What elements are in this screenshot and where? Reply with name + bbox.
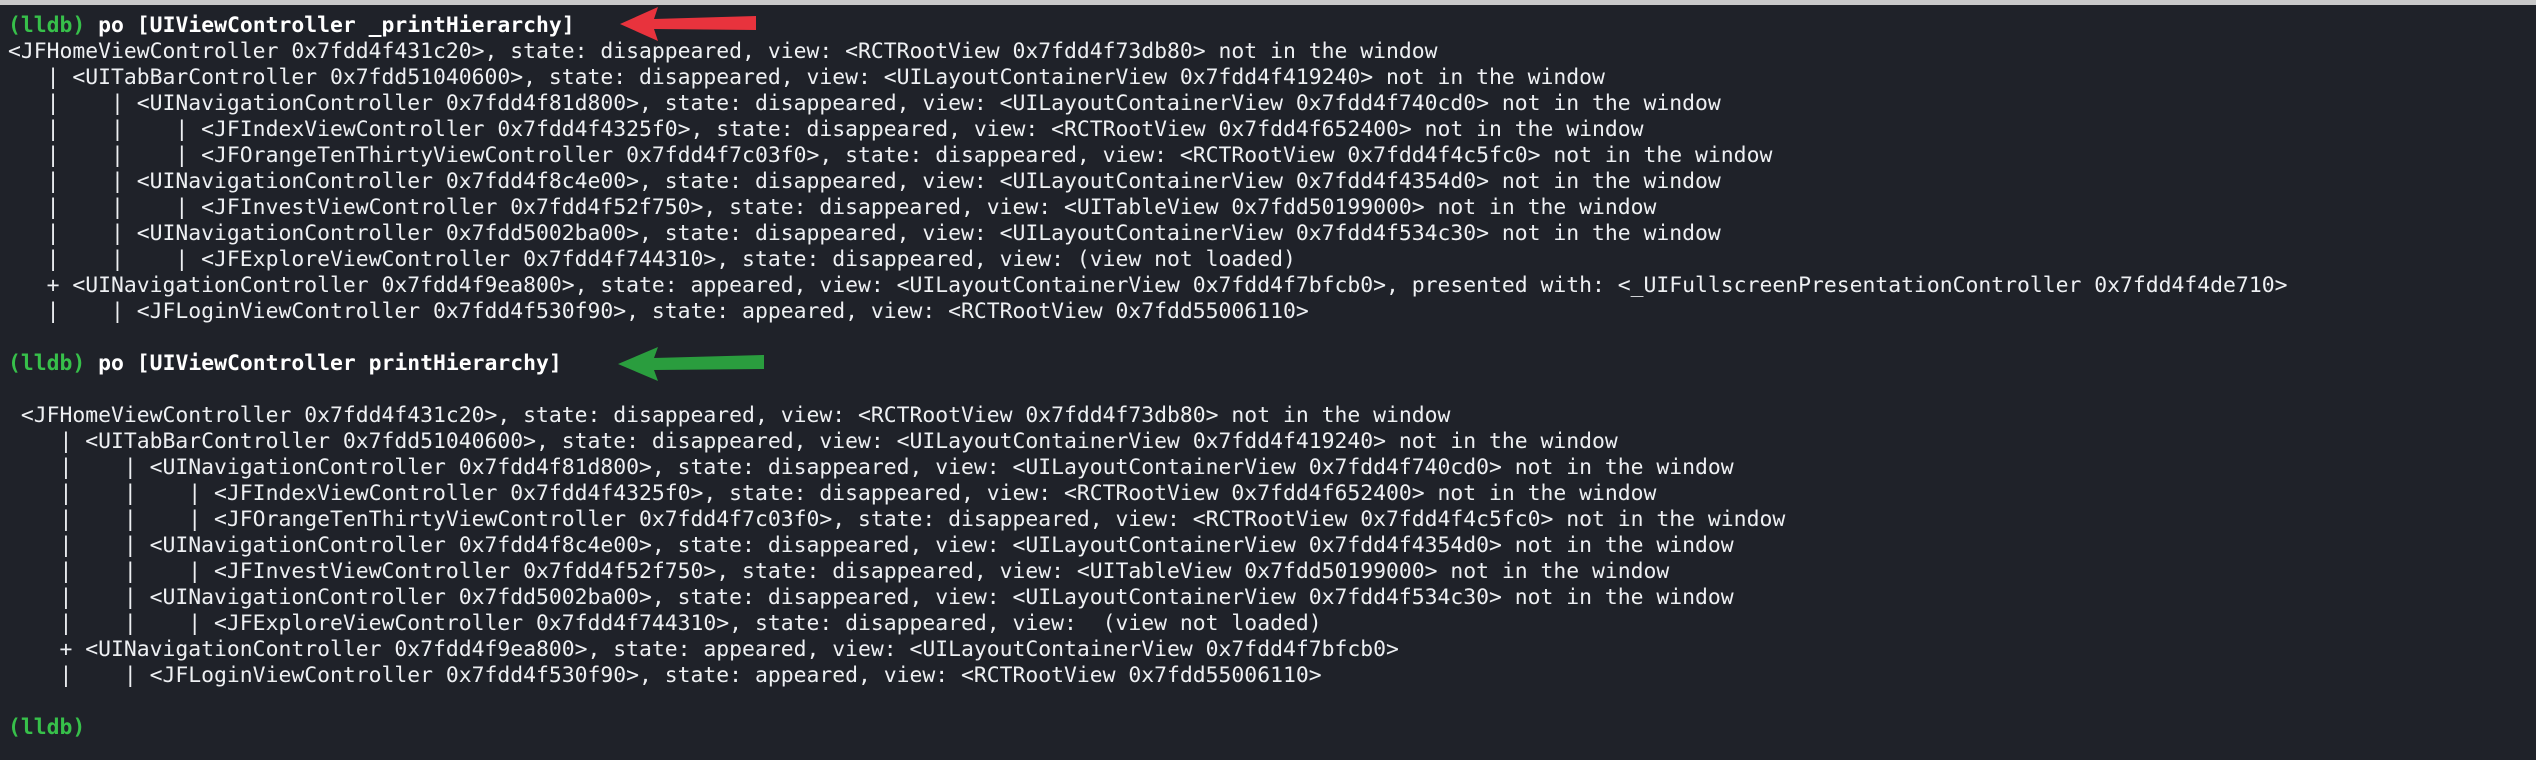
output-line: | | <UINavigationController 0x7fdd4f8c4e… [8,169,1721,194]
output-line: | | | <JFIndexViewController 0x7fdd4f432… [8,117,1644,142]
output-line: | | | <JFExploreViewController 0x7fdd4f7… [8,247,1296,272]
output-line: + <UINavigationController 0x7fdd4f9ea800… [8,273,2288,298]
output-line: <JFHomeViewController 0x7fdd4f431c20>, s… [8,403,1451,428]
output-line: | | <UINavigationController 0x7fdd5002ba… [8,585,1734,610]
output-line: | | <UINavigationController 0x7fdd4f81d8… [8,91,1721,116]
output-line: | | <JFLoginViewController 0x7fdd4f530f9… [8,663,1322,688]
output-line: | | | <JFInvestViewController 0x7fdd4f52… [8,559,1670,584]
output-line: | | | <JFOrangeTenThirtyViewController 0… [8,507,1786,532]
command-line-1: (lldb) po [UIViewController _printHierar… [8,13,575,39]
output-line: | | | <JFExploreViewController 0x7fdd4f7… [8,611,1322,636]
lldb-prompt: (lldb) [8,715,86,740]
output-line: | | <UINavigationController 0x7fdd4f81d8… [8,455,1734,480]
command-line-2: (lldb) po [UIViewController printHierarc… [8,351,562,377]
command-text: po [UIViewController printHierarchy] [98,351,562,376]
output-line: | | | <JFIndexViewController 0x7fdd4f432… [8,481,1657,506]
output-line: | | | <JFInvestViewController 0x7fdd4f52… [8,195,1657,220]
lldb-prompt: (lldb) [8,351,86,376]
command-text: po [UIViewController _printHierarchy] [98,13,575,38]
lldb-prompt: (lldb) [8,13,86,38]
output-line: <JFHomeViewController 0x7fdd4f431c20>, s… [8,39,1438,64]
green-arrow-icon [618,347,764,381]
command-line-3[interactable]: (lldb) [8,715,85,741]
output-line: | <UITabBarController 0x7fdd51040600>, s… [8,429,1618,454]
window-top-edge [0,0,2536,5]
output-line: | | <JFLoginViewController 0x7fdd4f530f9… [8,299,1309,324]
output-line: | | | <JFOrangeTenThirtyViewController 0… [8,143,1773,168]
output-line: + <UINavigationController 0x7fdd4f9ea800… [8,637,1399,662]
output-line: | | <UINavigationController 0x7fdd5002ba… [8,221,1721,246]
output-line: | <UITabBarController 0x7fdd51040600>, s… [8,65,1605,90]
output-line: | | <UINavigationController 0x7fdd4f8c4e… [8,533,1734,558]
red-arrow-icon [620,7,756,41]
